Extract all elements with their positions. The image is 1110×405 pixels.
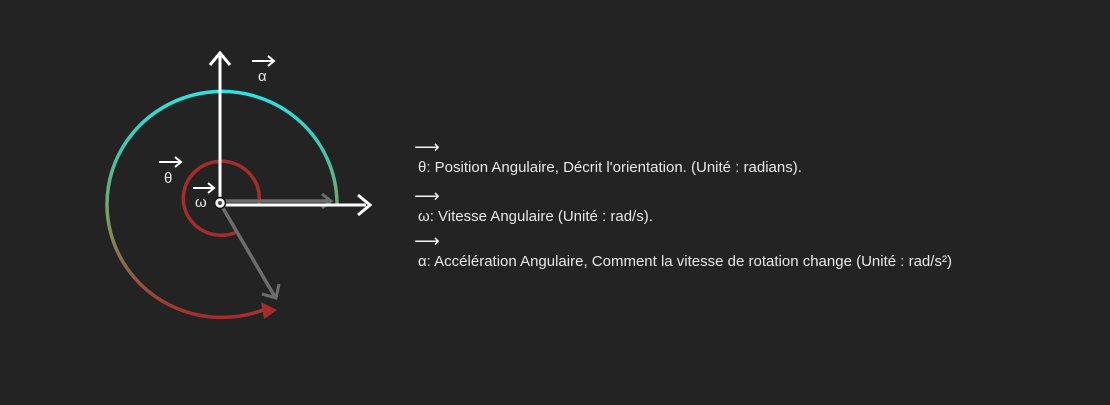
angular-motion-diagram: α θ ω <box>105 50 373 320</box>
legend-symbol: α <box>418 253 427 270</box>
legend-alpha-symbol: ⟶ α <box>414 232 440 270</box>
legend-symbol: ω <box>418 208 430 225</box>
theta-label: θ <box>164 170 172 187</box>
legend-omega-symbol: ⟶ ω <box>414 187 440 225</box>
legend-text: : Accélération Angulaire, Comment la vit… <box>426 253 952 270</box>
alpha-label: α <box>258 68 267 85</box>
legend-item-alpha: ⟶ α : Accélération Angulaire, Comment la… <box>414 232 952 270</box>
pivot-center <box>218 201 222 205</box>
legend-item-theta: ⟶ θ : Position Angulaire, Décrit l'orien… <box>414 138 802 176</box>
vector-arrow-icon: ⟶ <box>414 231 440 251</box>
legend-symbol: θ <box>418 159 427 176</box>
legend-item-omega: ⟶ ω : Vitesse Angulaire (Unité : rad/s). <box>414 187 653 225</box>
legend-text: : Vitesse Angulaire (Unité : rad/s). <box>429 208 653 225</box>
legend-theta-symbol: ⟶ θ <box>414 138 440 176</box>
omega-label: ω <box>195 194 207 211</box>
legend-text: : Position Angulaire, Décrit l'orientati… <box>426 159 802 176</box>
gray-diagonal-vector <box>218 202 277 298</box>
large-arc-arrowhead <box>261 302 277 319</box>
vector-arrow-icon: ⟶ <box>414 186 440 206</box>
vector-arrow-icon: ⟶ <box>414 137 440 157</box>
